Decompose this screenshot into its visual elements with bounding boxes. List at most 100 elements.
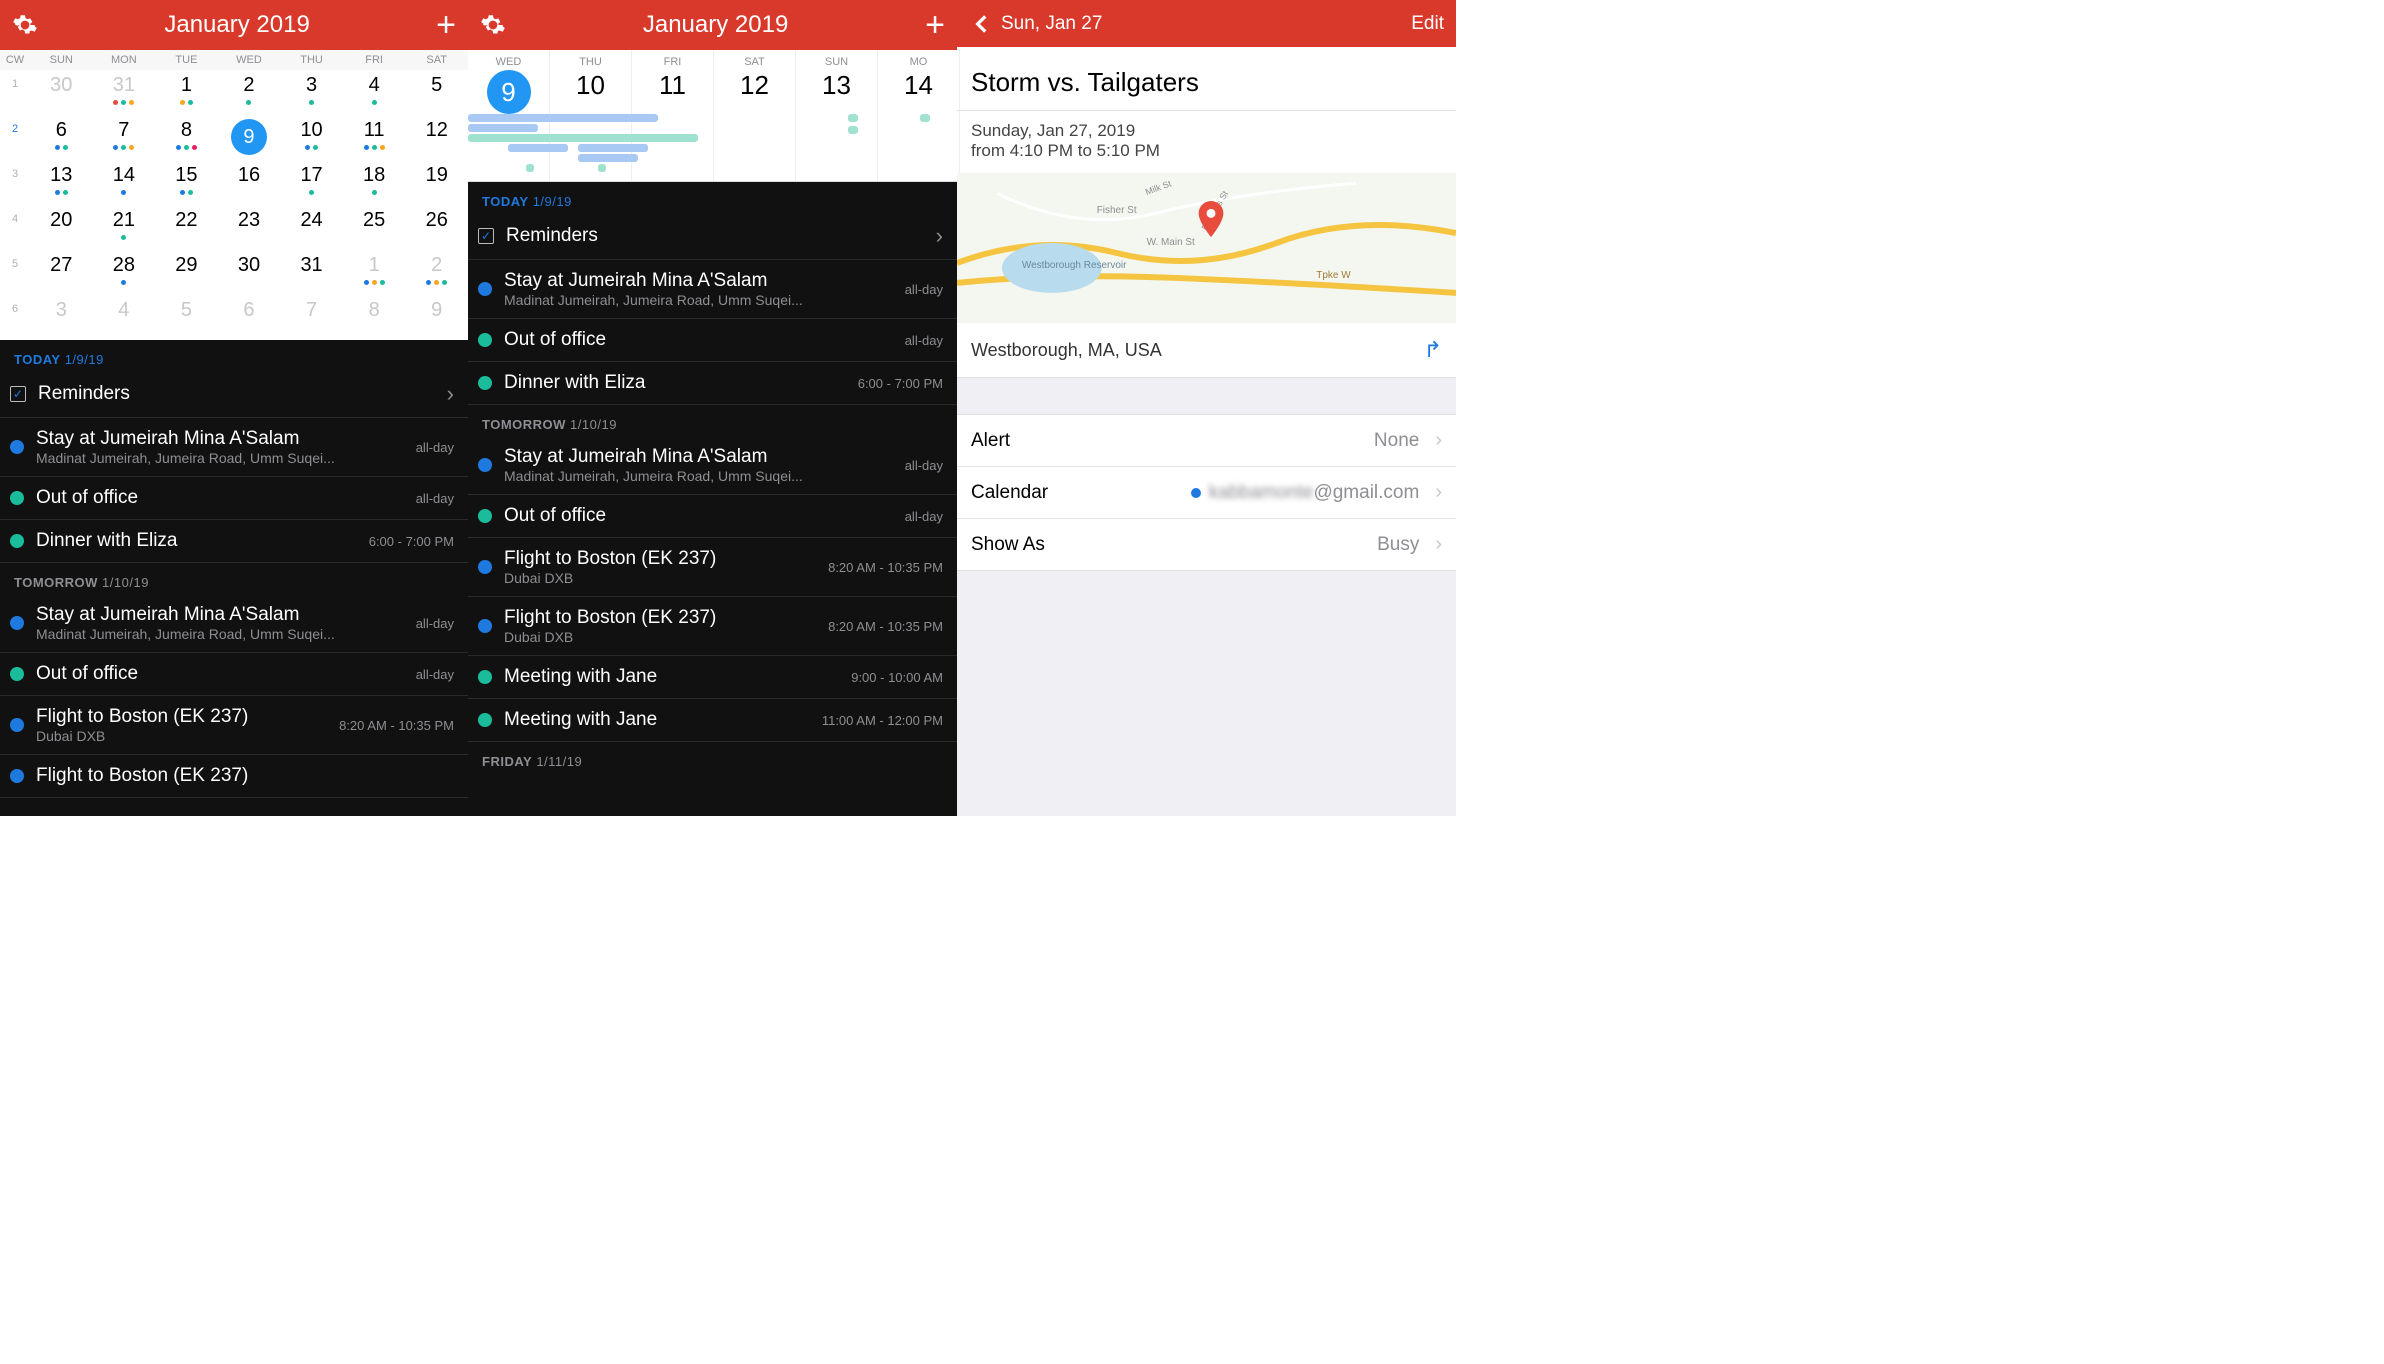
day-cell[interactable]: 9 — [405, 295, 468, 331]
header: Sun, Jan 27 Edit — [957, 0, 1456, 47]
day-cell[interactable]: 12 — [405, 115, 468, 151]
agenda-row[interactable]: Stay at Jumeirah Mina A'SalamMadinat Jum… — [0, 418, 468, 477]
day-cell[interactable]: 30 — [30, 70, 93, 106]
back-button[interactable]: Sun, Jan 27 — [969, 11, 1102, 37]
agenda-row[interactable]: Stay at Jumeirah Mina A'SalamMadinat Jum… — [0, 594, 468, 653]
calendar-row[interactable]: Calendar kabbamonte@gmail.com › — [957, 467, 1456, 519]
day-cell[interactable]: 17 — [280, 160, 343, 196]
day-cell[interactable]: 26 — [405, 205, 468, 241]
agenda-list[interactable]: TODAY 1/9/19✓Reminders›Stay at Jumeirah … — [468, 182, 957, 816]
svg-text:Tpke W: Tpke W — [1316, 270, 1351, 281]
day-cell[interactable]: 29 — [155, 250, 218, 286]
day-cell[interactable]: 9 — [218, 115, 281, 164]
event-color-dot — [478, 509, 492, 523]
day-cell[interactable]: 3 — [280, 70, 343, 106]
day-cell[interactable]: 8 — [343, 295, 406, 331]
agenda-row[interactable]: Meeting with Jane9:00 - 10:00 AM — [468, 656, 957, 699]
day-cell[interactable]: 28 — [93, 250, 156, 286]
day-cell[interactable]: 23 — [218, 205, 281, 241]
day-cell[interactable]: 19 — [405, 160, 468, 196]
week-strip[interactable]: WED9THU10FRI11SAT12SUN13MO14 — [468, 50, 957, 182]
event-color-dot — [478, 560, 492, 574]
chevron-left-icon — [969, 11, 995, 37]
day-cell[interactable]: 5 — [405, 70, 468, 106]
day-cell[interactable]: 5 — [155, 295, 218, 331]
week-day-column[interactable]: SUN13 — [796, 50, 878, 181]
edit-button[interactable]: Edit — [1411, 13, 1444, 35]
day-cell[interactable]: 4 — [93, 295, 156, 331]
day-cell[interactable]: 25 — [343, 205, 406, 241]
agenda-row[interactable]: Out of officeall-day — [0, 477, 468, 520]
day-cell[interactable]: 21 — [93, 205, 156, 241]
checkbox-icon[interactable]: ✓ — [478, 228, 494, 244]
event-color-dot — [10, 491, 24, 505]
day-cell[interactable]: 27 — [30, 250, 93, 286]
agenda-row[interactable]: Out of officeall-day — [468, 319, 957, 362]
header: January 2019 + — [0, 0, 468, 50]
agenda-row[interactable]: Stay at Jumeirah Mina A'SalamMadinat Jum… — [468, 260, 957, 319]
svg-text:W. Main St: W. Main St — [1147, 237, 1195, 248]
add-event-icon[interactable]: + — [436, 8, 456, 42]
agenda-row[interactable]: ✓Reminders› — [0, 371, 468, 418]
day-cell[interactable]: 1 — [155, 70, 218, 106]
header: January 2019 + — [468, 0, 957, 50]
day-cell[interactable]: 14 — [93, 160, 156, 196]
day-cell[interactable]: 20 — [30, 205, 93, 241]
event-color-dot — [478, 619, 492, 633]
day-cell[interactable]: 6 — [218, 295, 281, 331]
event-color-dot — [10, 534, 24, 548]
agenda-row[interactable]: Meeting with Jane11:00 AM - 12:00 PM — [468, 699, 957, 742]
day-cell[interactable]: 4 — [343, 70, 406, 106]
day-cell[interactable]: 2 — [405, 250, 468, 286]
day-cell[interactable]: 7 — [93, 115, 156, 151]
event-color-dot — [10, 718, 24, 732]
day-cell[interactable]: 8 — [155, 115, 218, 151]
map-pin-icon — [1197, 201, 1225, 237]
day-cell[interactable]: 16 — [218, 160, 281, 196]
settings-icon[interactable] — [480, 12, 506, 38]
map[interactable]: Westborough Reservoir Fisher St W. Main … — [957, 173, 1456, 323]
day-cell[interactable]: 13 — [30, 160, 93, 196]
event-color-dot — [10, 769, 24, 783]
week-day-column[interactable]: SAT12 — [714, 50, 796, 181]
event-color-dot — [10, 616, 24, 630]
day-cell[interactable]: 24 — [280, 205, 343, 241]
day-cell[interactable]: 3 — [30, 295, 93, 331]
agenda-row[interactable]: Flight to Boston (EK 237)Dubai DXB8:20 A… — [468, 538, 957, 597]
day-cell[interactable]: 22 — [155, 205, 218, 241]
day-cell[interactable]: 10 — [280, 115, 343, 151]
day-cell[interactable]: 31 — [280, 250, 343, 286]
agenda-row[interactable]: Stay at Jumeirah Mina A'SalamMadinat Jum… — [468, 436, 957, 495]
header-title[interactable]: January 2019 — [164, 11, 309, 39]
add-event-icon[interactable]: + — [925, 8, 945, 42]
day-cell[interactable]: 7 — [280, 295, 343, 331]
agenda-row[interactable]: Dinner with Eliza6:00 - 7:00 PM — [468, 362, 957, 405]
directions-icon[interactable]: ↱ — [1424, 337, 1442, 363]
agenda-row[interactable]: Flight to Boston (EK 237)Dubai DXB8:20 A… — [0, 696, 468, 755]
showas-row[interactable]: Show As Busy › — [957, 519, 1456, 570]
alert-row[interactable]: Alert None › — [957, 415, 1456, 467]
agenda-row[interactable]: Dinner with Eliza6:00 - 7:00 PM — [0, 520, 468, 563]
day-cell[interactable]: 1 — [343, 250, 406, 286]
day-cell[interactable]: 11 — [343, 115, 406, 151]
day-cell[interactable]: 15 — [155, 160, 218, 196]
agenda-list[interactable]: TODAY 1/9/19✓Reminders›Stay at Jumeirah … — [0, 340, 468, 816]
agenda-row[interactable]: Flight to Boston (EK 237)Dubai DXB8:20 A… — [468, 597, 957, 656]
header-title[interactable]: January 2019 — [643, 11, 788, 39]
agenda-row[interactable]: Out of officeall-day — [468, 495, 957, 538]
agenda-row[interactable]: Flight to Boston (EK 237) — [0, 755, 468, 798]
day-cell[interactable]: 30 — [218, 250, 281, 286]
checkbox-icon[interactable]: ✓ — [10, 386, 26, 402]
settings-icon[interactable] — [12, 12, 38, 38]
day-cell[interactable]: 2 — [218, 70, 281, 106]
week-day-column[interactable]: MO14 — [878, 50, 960, 181]
day-cell[interactable]: 6 — [30, 115, 93, 151]
agenda-row[interactable]: ✓Reminders› — [468, 213, 957, 260]
day-cell[interactable]: 31 — [93, 70, 156, 106]
day-cell[interactable]: 18 — [343, 160, 406, 196]
event-color-dot — [10, 440, 24, 454]
month-grid: 1303112345267891011123131415161718194202… — [0, 70, 468, 340]
location-row[interactable]: Westborough, MA, USA ↱ — [957, 323, 1456, 378]
pane-week-view: January 2019 + WED9THU10FRI11SAT12SUN13M… — [468, 0, 957, 816]
agenda-row[interactable]: Out of officeall-day — [0, 653, 468, 696]
